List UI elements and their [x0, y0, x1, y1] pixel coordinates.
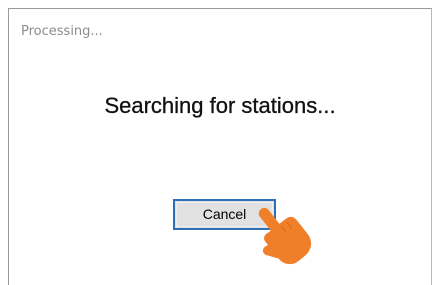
- processing-dialog: Processing... Searching for stations... …: [8, 8, 432, 285]
- status-message: Searching for stations...: [104, 93, 336, 118]
- cancel-button[interactable]: Cancel: [173, 199, 276, 230]
- dialog-title: Processing...: [21, 24, 103, 39]
